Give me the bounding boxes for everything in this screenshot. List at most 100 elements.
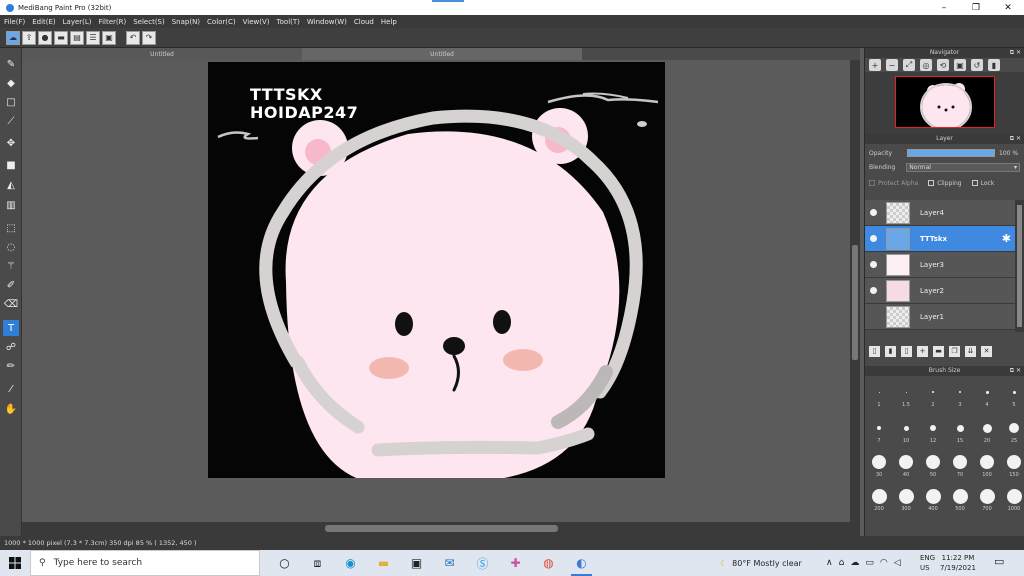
undo-icon[interactable]: ↶: [126, 30, 140, 45]
rotate-icon[interactable]: ⟲: [937, 59, 949, 71]
eraser-tool-icon[interactable]: ◆: [3, 75, 19, 91]
new-halftone-layer-icon[interactable]: ▮: [885, 345, 896, 357]
brush-size-option[interactable]: 15: [947, 420, 973, 444]
brush-size-option[interactable]: 20: [974, 420, 1000, 444]
menu-filter[interactable]: Filter(R): [99, 18, 127, 26]
eye-icon[interactable]: [870, 209, 877, 216]
magic-wand-tool-icon[interactable]: ⚚: [3, 258, 19, 274]
brush-size-option[interactable]: 70: [947, 454, 973, 478]
skype-icon[interactable]: Ⓢ: [466, 550, 499, 576]
fit-icon[interactable]: ⤢: [903, 59, 915, 71]
brush-size-option[interactable]: 100: [974, 454, 1000, 478]
brush-panel-close-icon[interactable]: ⧉ ✕: [1010, 366, 1021, 376]
cloud-icon[interactable]: ☁: [6, 30, 20, 45]
divide-tool-icon[interactable]: ✏: [3, 358, 19, 374]
brush-size-option[interactable]: 200: [866, 488, 892, 512]
minimize-button[interactable]: –: [928, 0, 960, 15]
navigator-preview[interactable]: [865, 72, 1024, 134]
eye-icon[interactable]: [870, 235, 877, 242]
menu-select[interactable]: Select(S): [133, 18, 165, 26]
menu-layer[interactable]: Layer(L): [63, 18, 92, 26]
zoom-in-icon[interactable]: +: [869, 59, 881, 71]
taskbar-search[interactable]: ⚲ Type here to search: [30, 550, 260, 576]
lock-view-icon[interactable]: ▮: [988, 59, 1000, 71]
brush-size-option[interactable]: 1.5: [893, 384, 919, 408]
text-tool-icon[interactable]: T: [3, 320, 19, 336]
eye-icon[interactable]: [870, 313, 877, 320]
brush-size-option[interactable]: 50: [920, 454, 946, 478]
drawing-canvas[interactable]: TTTSKX HOIDAP247: [208, 62, 665, 478]
select-tool-icon[interactable]: ⬚: [3, 220, 19, 236]
menu-file[interactable]: File(F): [4, 18, 25, 26]
new-8bit-layer-icon[interactable]: ▯: [901, 345, 912, 357]
merge-layer-icon[interactable]: ⇊: [965, 345, 976, 357]
shape-tool-icon[interactable]: □: [3, 94, 19, 110]
brush-size-option[interactable]: 30: [866, 454, 892, 478]
brush-tool-icon[interactable]: ✎: [3, 56, 19, 72]
edge-icon[interactable]: ◉: [334, 550, 367, 576]
hand-tool-icon[interactable]: ✋: [3, 401, 19, 417]
zoom-out-icon[interactable]: −: [886, 59, 898, 71]
windows-start-icon[interactable]: [0, 557, 30, 569]
lasso-tool-icon[interactable]: ◌: [3, 239, 19, 255]
chat-icon[interactable]: ▬: [54, 30, 68, 45]
clock[interactable]: 11:22 PM 7/19/2021: [940, 550, 976, 576]
add-layer-menu-icon[interactable]: +: [917, 345, 928, 357]
brush-size-option[interactable]: 12: [920, 420, 946, 444]
brush-size-option[interactable]: 700: [974, 488, 1000, 512]
brush-size-option[interactable]: 7: [866, 420, 892, 444]
gradient-tool-icon[interactable]: ▥: [3, 197, 19, 213]
chevron-up-icon[interactable]: ∧: [826, 558, 833, 568]
folder-icon[interactable]: ▬: [933, 345, 944, 357]
layer-row-layer3[interactable]: Layer3: [865, 252, 1015, 278]
brush-size-option[interactable]: 5: [1001, 384, 1024, 408]
canvas-horizontal-scrollbar[interactable]: [22, 522, 860, 536]
file-explorer-icon[interactable]: ▬: [367, 550, 400, 576]
brush-size-option[interactable]: 3: [947, 384, 973, 408]
opacity-slider[interactable]: [907, 149, 995, 157]
menu-window[interactable]: Window(W): [307, 18, 347, 26]
tab-untitled-1[interactable]: Untitled: [22, 48, 302, 60]
select-pen-tool-icon[interactable]: ✐: [3, 277, 19, 293]
bucket-tool-icon[interactable]: ◭: [3, 177, 19, 193]
layer-row-layer1[interactable]: Layer1: [865, 304, 1015, 330]
list-icon[interactable]: ☰: [86, 30, 100, 45]
battery-icon[interactable]: ▭: [865, 558, 874, 568]
menu-snap[interactable]: Snap(N): [172, 18, 200, 26]
mail-icon[interactable]: ✉: [433, 550, 466, 576]
menu-color[interactable]: Color(C): [207, 18, 236, 26]
clipping-checkbox[interactable]: Clipping: [928, 180, 962, 187]
language-indicator[interactable]: ENG US: [920, 550, 935, 576]
protect-alpha-checkbox[interactable]: Protect Alpha: [869, 180, 918, 187]
new-layer-icon[interactable]: ▯: [869, 345, 880, 357]
brush-size-option[interactable]: 300: [893, 488, 919, 512]
task-view-icon[interactable]: ⧈: [301, 550, 334, 576]
menu-edit[interactable]: Edit(E): [32, 18, 55, 26]
layer-panel-close-icon[interactable]: ⧉ ✕: [1010, 134, 1021, 144]
page-icon[interactable]: ▤: [70, 30, 84, 45]
brush-size-option[interactable]: 400: [920, 488, 946, 512]
eye-icon[interactable]: [870, 261, 877, 268]
lock-checkbox[interactable]: Lock: [971, 180, 994, 187]
layer-row-tttskx[interactable]: TTTskx ✱: [865, 226, 1015, 252]
move-tool-icon[interactable]: ✥: [3, 135, 19, 151]
tab-untitled-2[interactable]: Untitled: [302, 48, 582, 60]
reset-icon[interactable]: ↺: [971, 59, 983, 71]
brush-size-option[interactable]: 25: [1001, 420, 1024, 444]
cloud-tray-icon[interactable]: ☁: [850, 558, 859, 568]
export-icon[interactable]: ▣: [102, 30, 116, 45]
weather-widget[interactable]: ☾ 80°F Mostly clear: [720, 550, 802, 576]
store-icon[interactable]: ▣: [400, 550, 433, 576]
flip-icon[interactable]: ▣: [954, 59, 966, 71]
app-icon[interactable]: ✚: [499, 550, 532, 576]
close-button[interactable]: ✕: [992, 0, 1024, 15]
brush-size-option[interactable]: 1: [866, 384, 892, 408]
chrome-icon[interactable]: ◍: [532, 550, 565, 576]
canvas-vertical-scrollbar[interactable]: [850, 60, 860, 522]
menu-view[interactable]: View(V): [243, 18, 270, 26]
share-icon[interactable]: ⇪: [22, 30, 36, 45]
menu-cloud[interactable]: Cloud: [354, 18, 374, 26]
network-icon[interactable]: ⌂: [839, 558, 845, 568]
fill-rect-tool-icon[interactable]: ■: [3, 157, 19, 173]
duplicate-layer-icon[interactable]: ❐: [949, 345, 960, 357]
